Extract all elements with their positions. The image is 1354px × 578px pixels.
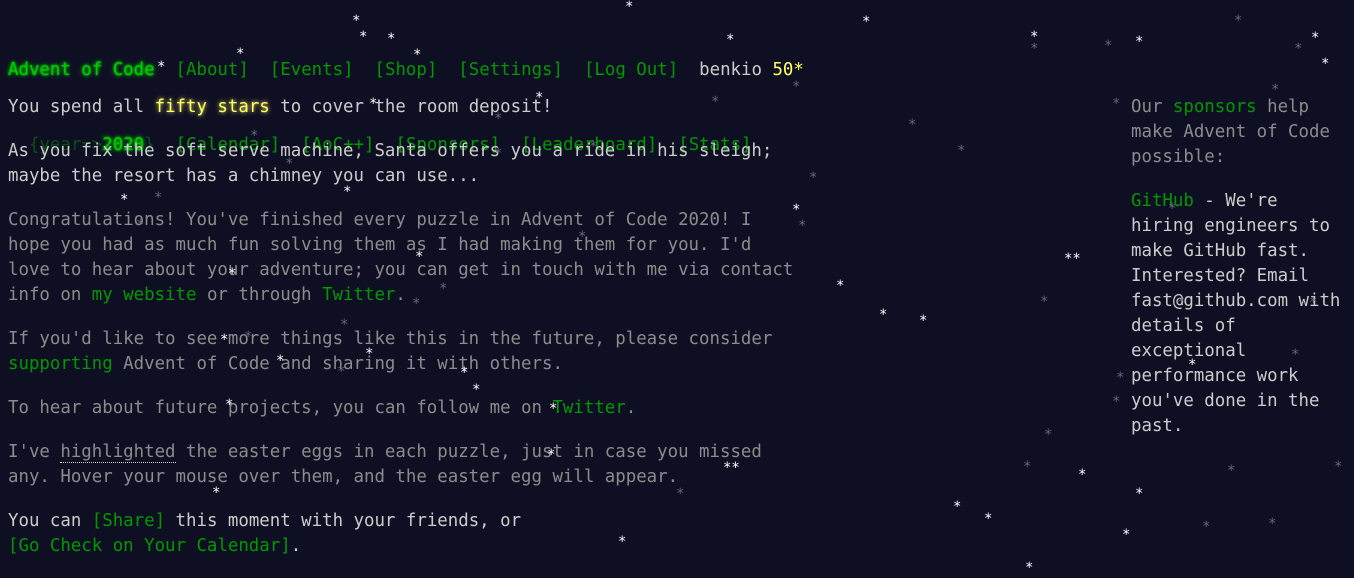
text: or through [196,285,323,305]
highlighted-easter-egg[interactable]: highlighted [60,442,176,463]
nav-settings[interactable]: [Settings] [458,60,563,80]
snowflake-icon: * [1268,516,1277,532]
header-row-top: Advent of Code [About] [Events] [Shop] [… [8,58,804,83]
snowflake-icon: * [1334,459,1343,475]
text: Our [1131,97,1173,117]
snowflake-icon: * [1078,467,1087,483]
snowflake-icon: * [1135,34,1144,50]
snowflake-icon: * [1122,527,1131,543]
snowflake-icon: * [1135,486,1144,502]
sponsor-intro: Our sponsors help make Advent of Code po… [1131,95,1341,170]
snowflake-icon: * [879,307,888,323]
paragraph-sleigh: As you fix the soft serve machine, Santa… [8,139,868,189]
snowflake-icon: * [1025,560,1034,576]
text: You can [8,511,92,531]
text: . [625,398,637,418]
snowflake-icon: * [1030,29,1039,45]
text: this moment with your friends, or [165,511,522,531]
text: hope you had as much fun solving them as… [8,235,752,255]
snowflake-icon: ** [1064,251,1081,267]
twitter-link[interactable]: Twitter [322,285,395,305]
main-content: You spend all fifty stars to cover the r… [8,95,868,578]
snowflake-icon: * [1227,463,1236,479]
snowflake-icon: * [1294,41,1303,57]
github-sponsor-link[interactable]: GitHub [1131,191,1194,211]
paragraph-deposit: You spend all fifty stars to cover the r… [8,95,868,120]
fifty-stars-highlight: fifty stars [154,97,270,117]
paragraph-support: If you'd like to see more things like th… [8,327,868,377]
text: . [395,285,406,305]
snowflake-icon: * [957,143,966,159]
paragraph-follow: To hear about future projects, you can f… [8,396,868,421]
text: to cover the room deposit! [269,97,553,117]
snowflake-icon: * [1234,13,1243,29]
paragraph-congratulations: Congratulations! You've finished every p… [8,208,868,308]
supporting-link[interactable]: supporting [8,354,113,374]
text: To hear about future projects, you can f… [8,398,553,418]
snowflake-icon: * [908,117,917,133]
snowflake-icon: * [1311,30,1320,46]
text: I've [8,442,61,462]
text: the easter eggs in each puzzle, just in … [175,442,762,462]
snowflake-icon: * [1116,370,1125,386]
share-link[interactable]: [Share] [92,511,165,531]
snowflake-icon: * [953,499,962,515]
calendar-link[interactable]: [Go Check on Your Calendar] [8,536,291,556]
text: . [290,536,302,556]
text: As you fix the soft serve machine, Santa… [8,141,773,161]
text: any. Hover your mouse over them, and the… [8,467,679,487]
snowflake-icon: * [1321,56,1330,72]
snowflake-icon: * [984,511,993,527]
nav-logout[interactable]: [Log Out] [584,60,678,80]
sponsor-description: - We're hiring engineers to make GitHub … [1131,191,1341,436]
sponsor-github: GitHub - We're hiring engineers to make … [1131,189,1341,439]
text: If you'd like to see more things like th… [8,329,773,349]
snowflake-icon: * [862,14,871,30]
text: info on [8,285,92,305]
snowflake-icon: * [1202,519,1211,535]
snowflake-icon: * [1112,96,1121,112]
snowflake-icon: * [1023,459,1032,475]
text: maybe the resort has a chimney you can u… [8,166,480,186]
snowflake-icon: * [1112,394,1121,410]
text: love to hear about your adventure; you c… [8,260,794,280]
site-title-link[interactable]: Advent of Code [8,60,155,80]
snowflake-icon: * [1030,41,1039,57]
twitter-follow-link[interactable]: Twitter [552,398,625,418]
text: Advent of Code and sharing it with other… [112,354,563,374]
my-website-link[interactable]: my website [92,285,197,305]
snowflake-icon: * [1040,294,1049,310]
sponsor-sidebar: Our sponsors help make Advent of Code po… [1131,95,1341,458]
text: Congratulations! You've finished every p… [8,210,752,230]
sponsors-link[interactable]: sponsors [1173,97,1257,117]
nav-events[interactable]: [Events] [270,60,354,80]
snowflake-icon: * [919,313,928,329]
nav-about[interactable]: [About] [176,60,249,80]
snowflake-icon: * [1104,38,1113,54]
star-count: 50* [772,60,804,80]
paragraph-share: You can [Share] this moment with your fr… [8,509,868,559]
text: You spend all [8,97,155,117]
username: benkio [699,60,762,80]
paragraph-easter-eggs: I've highlighted the easter eggs in each… [8,440,868,490]
nav-shop[interactable]: [Shop] [375,60,438,80]
snowflake-icon: * [1044,427,1053,443]
